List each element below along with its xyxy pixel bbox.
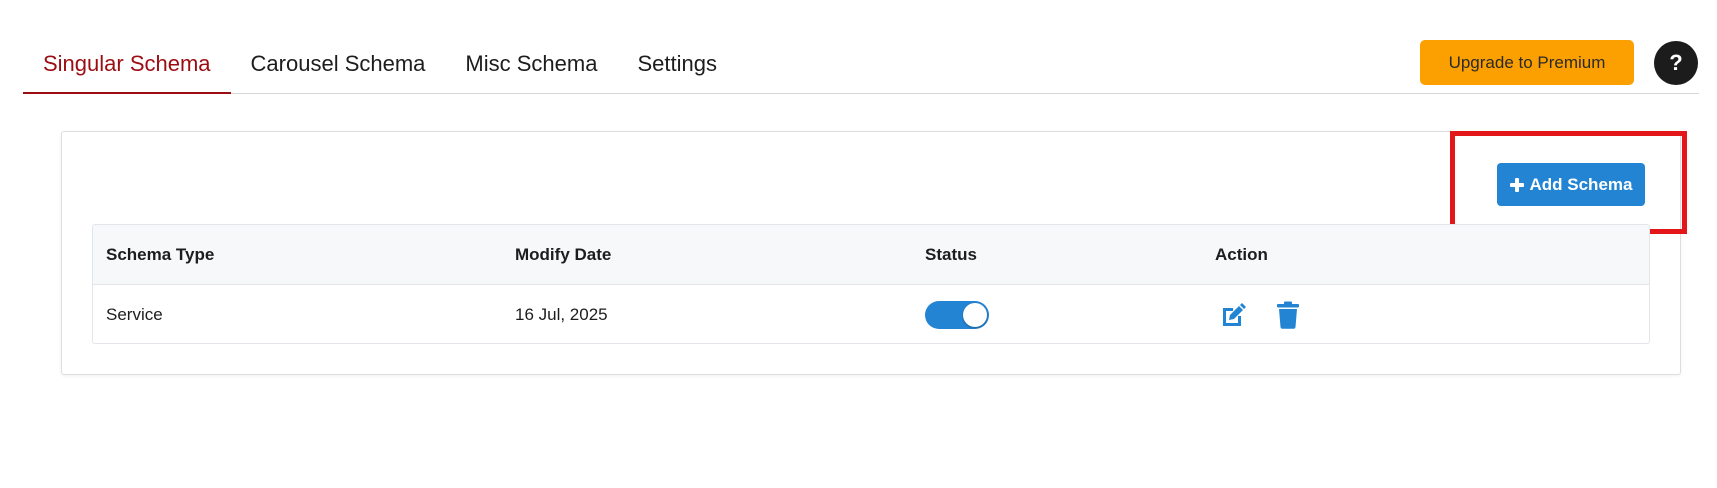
schema-table: Schema Type Modify Date Status Action Se… xyxy=(92,224,1650,344)
trash-icon[interactable] xyxy=(1273,300,1303,330)
column-header-schema-type: Schema Type xyxy=(106,244,215,264)
tab-singular-schema[interactable]: Singular Schema xyxy=(23,35,231,94)
add-schema-label: Add Schema xyxy=(1529,174,1633,194)
cell-action xyxy=(1215,300,1649,330)
column-header-action: Action xyxy=(1215,244,1268,264)
cell-modify-date: 16 Jul, 2025 xyxy=(515,304,608,324)
toggle-knob xyxy=(963,302,987,327)
table-header: Schema Type Modify Date Status Action xyxy=(93,225,1649,285)
tab-carousel-schema[interactable]: Carousel Schema xyxy=(231,35,446,93)
tab-settings[interactable]: Settings xyxy=(617,35,737,93)
column-header-modify-date: Modify Date xyxy=(515,244,612,264)
help-button[interactable]: ? xyxy=(1654,41,1698,85)
upgrade-to-premium-button[interactable]: Upgrade to Premium xyxy=(1420,40,1634,85)
add-schema-button[interactable]: Add Schema xyxy=(1497,163,1645,206)
tab-misc-schema[interactable]: Misc Schema xyxy=(445,35,617,93)
table-row: Service 16 Jul, 2025 xyxy=(93,285,1649,343)
plus-icon xyxy=(1509,177,1524,192)
cell-status xyxy=(925,300,1215,329)
cell-schema-type: Service xyxy=(106,304,163,324)
row-actions xyxy=(1215,300,1649,330)
question-icon: ? xyxy=(1669,50,1683,75)
column-header-status: Status xyxy=(925,244,977,264)
status-toggle[interactable] xyxy=(925,300,989,329)
edit-icon[interactable] xyxy=(1219,300,1249,330)
